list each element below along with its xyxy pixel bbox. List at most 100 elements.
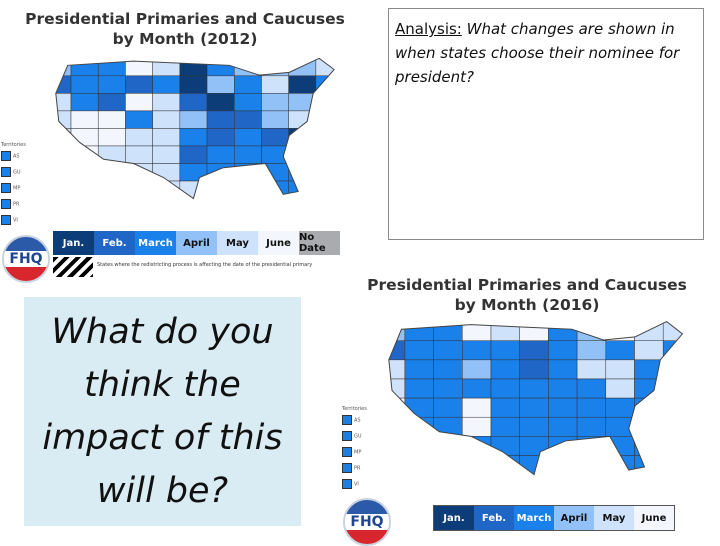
state-region bbox=[125, 110, 153, 129]
state-region bbox=[433, 359, 463, 380]
state-region bbox=[206, 93, 235, 112]
state-region bbox=[662, 416, 683, 437]
state-region bbox=[634, 359, 664, 380]
state-region bbox=[234, 110, 262, 129]
state-region bbox=[404, 359, 434, 380]
state-region bbox=[97, 180, 126, 199]
state-region bbox=[55, 163, 72, 182]
state-region bbox=[179, 93, 208, 112]
state-region bbox=[462, 416, 492, 437]
state-region bbox=[315, 110, 335, 129]
state-region bbox=[70, 145, 99, 164]
state-region bbox=[519, 397, 549, 418]
state-region bbox=[125, 145, 153, 164]
state-region bbox=[206, 180, 235, 199]
legend-item: March bbox=[135, 231, 176, 255]
state-region bbox=[206, 75, 235, 94]
state-region bbox=[490, 340, 520, 361]
state-region bbox=[548, 378, 578, 399]
state-region bbox=[261, 180, 289, 199]
state-region bbox=[55, 145, 72, 164]
state-region bbox=[548, 397, 578, 418]
state-region bbox=[519, 455, 549, 475]
state-region bbox=[388, 397, 406, 418]
legend-item: June bbox=[258, 231, 299, 255]
state-region bbox=[388, 436, 406, 456]
territory-item: AS bbox=[1, 148, 26, 164]
state-region bbox=[576, 359, 607, 380]
state-region bbox=[97, 163, 126, 182]
legend-item: Jan. bbox=[434, 506, 474, 530]
state-region bbox=[234, 128, 262, 147]
state-region bbox=[261, 110, 289, 129]
territory-item: PR bbox=[342, 460, 367, 476]
legend-item: No Date bbox=[299, 231, 340, 255]
state-region bbox=[234, 75, 262, 94]
state-region bbox=[234, 180, 262, 199]
state-region bbox=[576, 416, 607, 437]
state-region bbox=[605, 436, 635, 456]
state-region bbox=[70, 180, 99, 199]
state-region bbox=[261, 93, 289, 112]
state-region bbox=[152, 93, 181, 112]
state-region bbox=[315, 180, 335, 199]
state-region bbox=[576, 455, 607, 475]
legend-item: Feb. bbox=[94, 231, 135, 255]
legend-2012: Jan. Feb. March April May June No Date bbox=[53, 231, 340, 255]
state-region bbox=[519, 378, 549, 399]
state-region bbox=[462, 378, 492, 399]
us-map-2012 bbox=[55, 57, 335, 200]
territory-item: MP bbox=[342, 444, 367, 460]
state-region bbox=[55, 110, 72, 129]
state-region bbox=[576, 397, 607, 418]
territory-item: VI bbox=[342, 476, 367, 492]
state-region bbox=[662, 436, 683, 456]
state-region bbox=[634, 340, 664, 361]
state-region bbox=[519, 436, 549, 456]
state-region bbox=[576, 321, 607, 341]
state-region bbox=[261, 75, 289, 94]
state-region bbox=[605, 455, 635, 475]
state-region bbox=[662, 359, 683, 380]
state-region bbox=[97, 110, 126, 129]
territory-item: MP bbox=[1, 180, 26, 196]
state-region bbox=[388, 416, 406, 437]
state-region bbox=[261, 128, 289, 147]
state-region bbox=[404, 416, 434, 437]
legend-item: Feb. bbox=[474, 506, 514, 530]
state-region bbox=[404, 436, 434, 456]
state-region bbox=[125, 180, 153, 199]
state-region bbox=[152, 145, 181, 164]
state-region bbox=[576, 378, 607, 399]
state-region bbox=[70, 75, 99, 94]
us-map-2016 bbox=[388, 321, 684, 476]
state-region bbox=[462, 397, 492, 418]
prompt-box: What do you think the impact of this wil… bbox=[24, 297, 301, 526]
state-region bbox=[315, 145, 335, 164]
fhq-logo-2016: FHQ bbox=[343, 498, 391, 546]
state-region bbox=[234, 58, 262, 77]
state-region bbox=[152, 75, 181, 94]
territories-2012: Territories AS GU MP PR VI bbox=[1, 142, 26, 228]
state-region bbox=[70, 58, 99, 77]
state-region bbox=[433, 436, 463, 456]
legend-item: Jan. bbox=[53, 231, 94, 255]
state-region bbox=[206, 128, 235, 147]
state-region bbox=[548, 359, 578, 380]
state-region bbox=[97, 128, 126, 147]
legend-item: April bbox=[554, 506, 594, 530]
state-region bbox=[433, 397, 463, 418]
state-region bbox=[288, 145, 317, 164]
state-region bbox=[234, 93, 262, 112]
state-region bbox=[288, 128, 317, 147]
state-region bbox=[97, 58, 126, 77]
state-region bbox=[576, 340, 607, 361]
state-region bbox=[605, 359, 635, 380]
state-region bbox=[519, 340, 549, 361]
state-region bbox=[519, 321, 549, 341]
state-region bbox=[152, 180, 181, 199]
state-region bbox=[634, 397, 664, 418]
state-region bbox=[261, 163, 289, 182]
state-region bbox=[179, 58, 208, 77]
state-region bbox=[662, 321, 683, 341]
